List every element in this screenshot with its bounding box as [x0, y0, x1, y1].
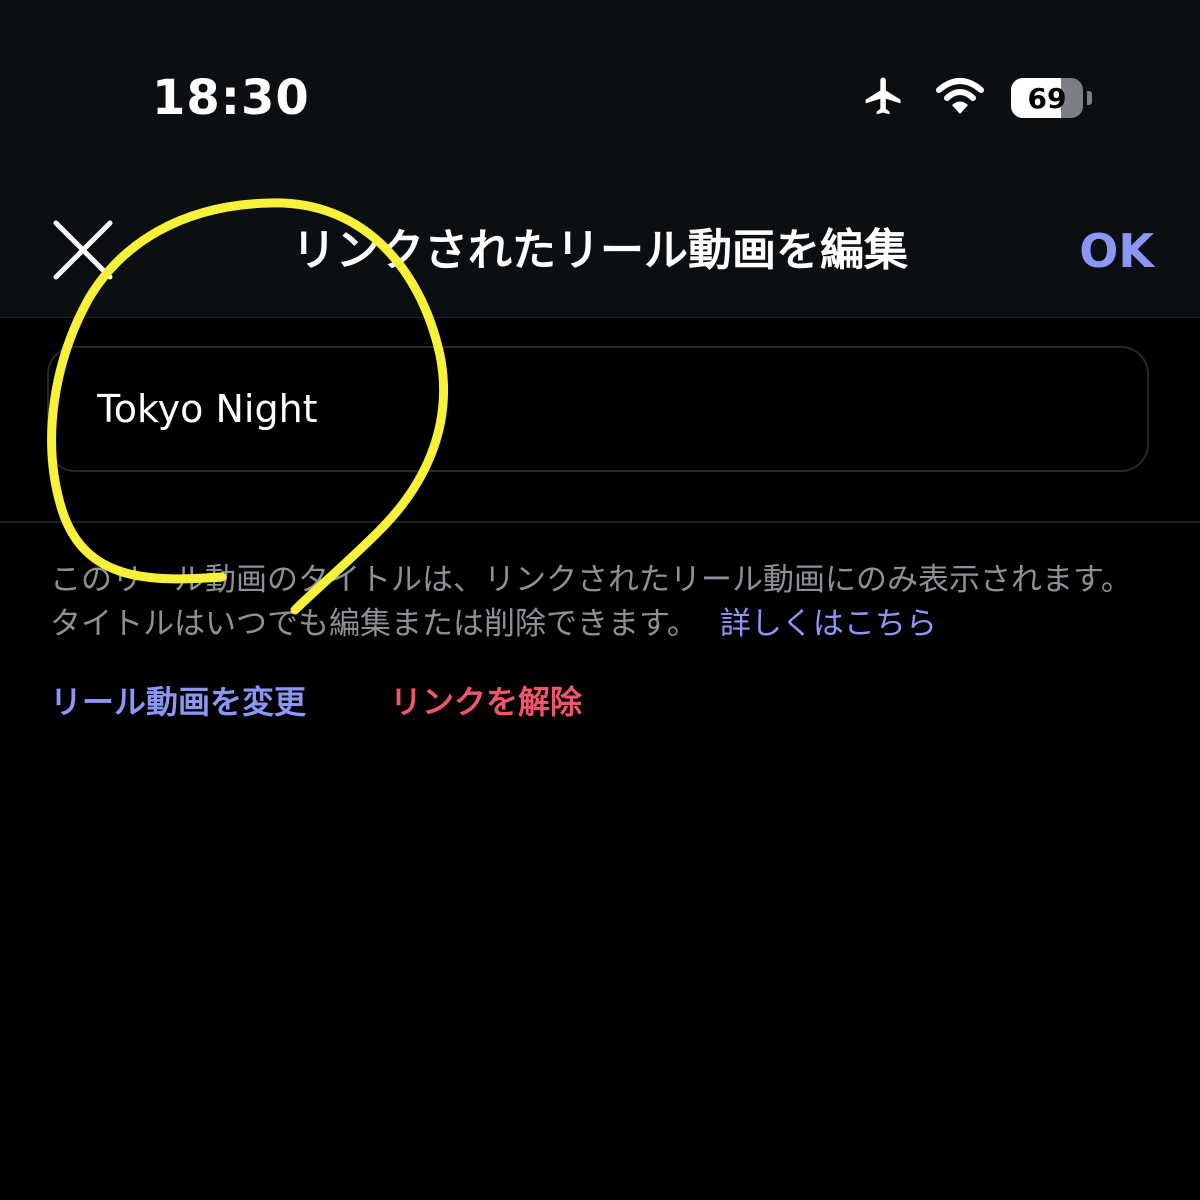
help-text: このリール動画のタイトルは、リンクされたリール動画にのみ表示されます。タイトルは…	[50, 558, 1160, 646]
battery-cap	[1087, 91, 1092, 105]
learn-more-link[interactable]: 詳しくはこちら	[720, 606, 937, 642]
divider	[0, 521, 1200, 523]
battery-level: 69	[1027, 81, 1067, 115]
status-time: 18:30	[152, 70, 310, 126]
airplane-icon	[859, 74, 909, 122]
help-description: このリール動画のタイトルは、リンクされたリール動画にのみ表示されます。タイトルは…	[50, 562, 1132, 642]
wifi-icon	[935, 75, 985, 121]
ok-button[interactable]: OK	[1079, 222, 1154, 280]
reel-title-input[interactable]	[47, 346, 1149, 472]
page-title: リンクされたリール動画を編集	[292, 225, 908, 276]
battery-icon: 69	[1011, 78, 1092, 118]
unlink-button[interactable]: リンクを解除	[390, 678, 582, 726]
battery-body: 69	[1011, 78, 1083, 118]
status-icons: 69	[859, 72, 1092, 124]
close-button[interactable]	[52, 219, 114, 281]
top-bar: 18:30 69 リンクされたリール動画を編集 OK	[0, 0, 1200, 318]
close-icon	[53, 220, 113, 280]
change-reel-button[interactable]: リール動画を変更	[50, 678, 306, 726]
